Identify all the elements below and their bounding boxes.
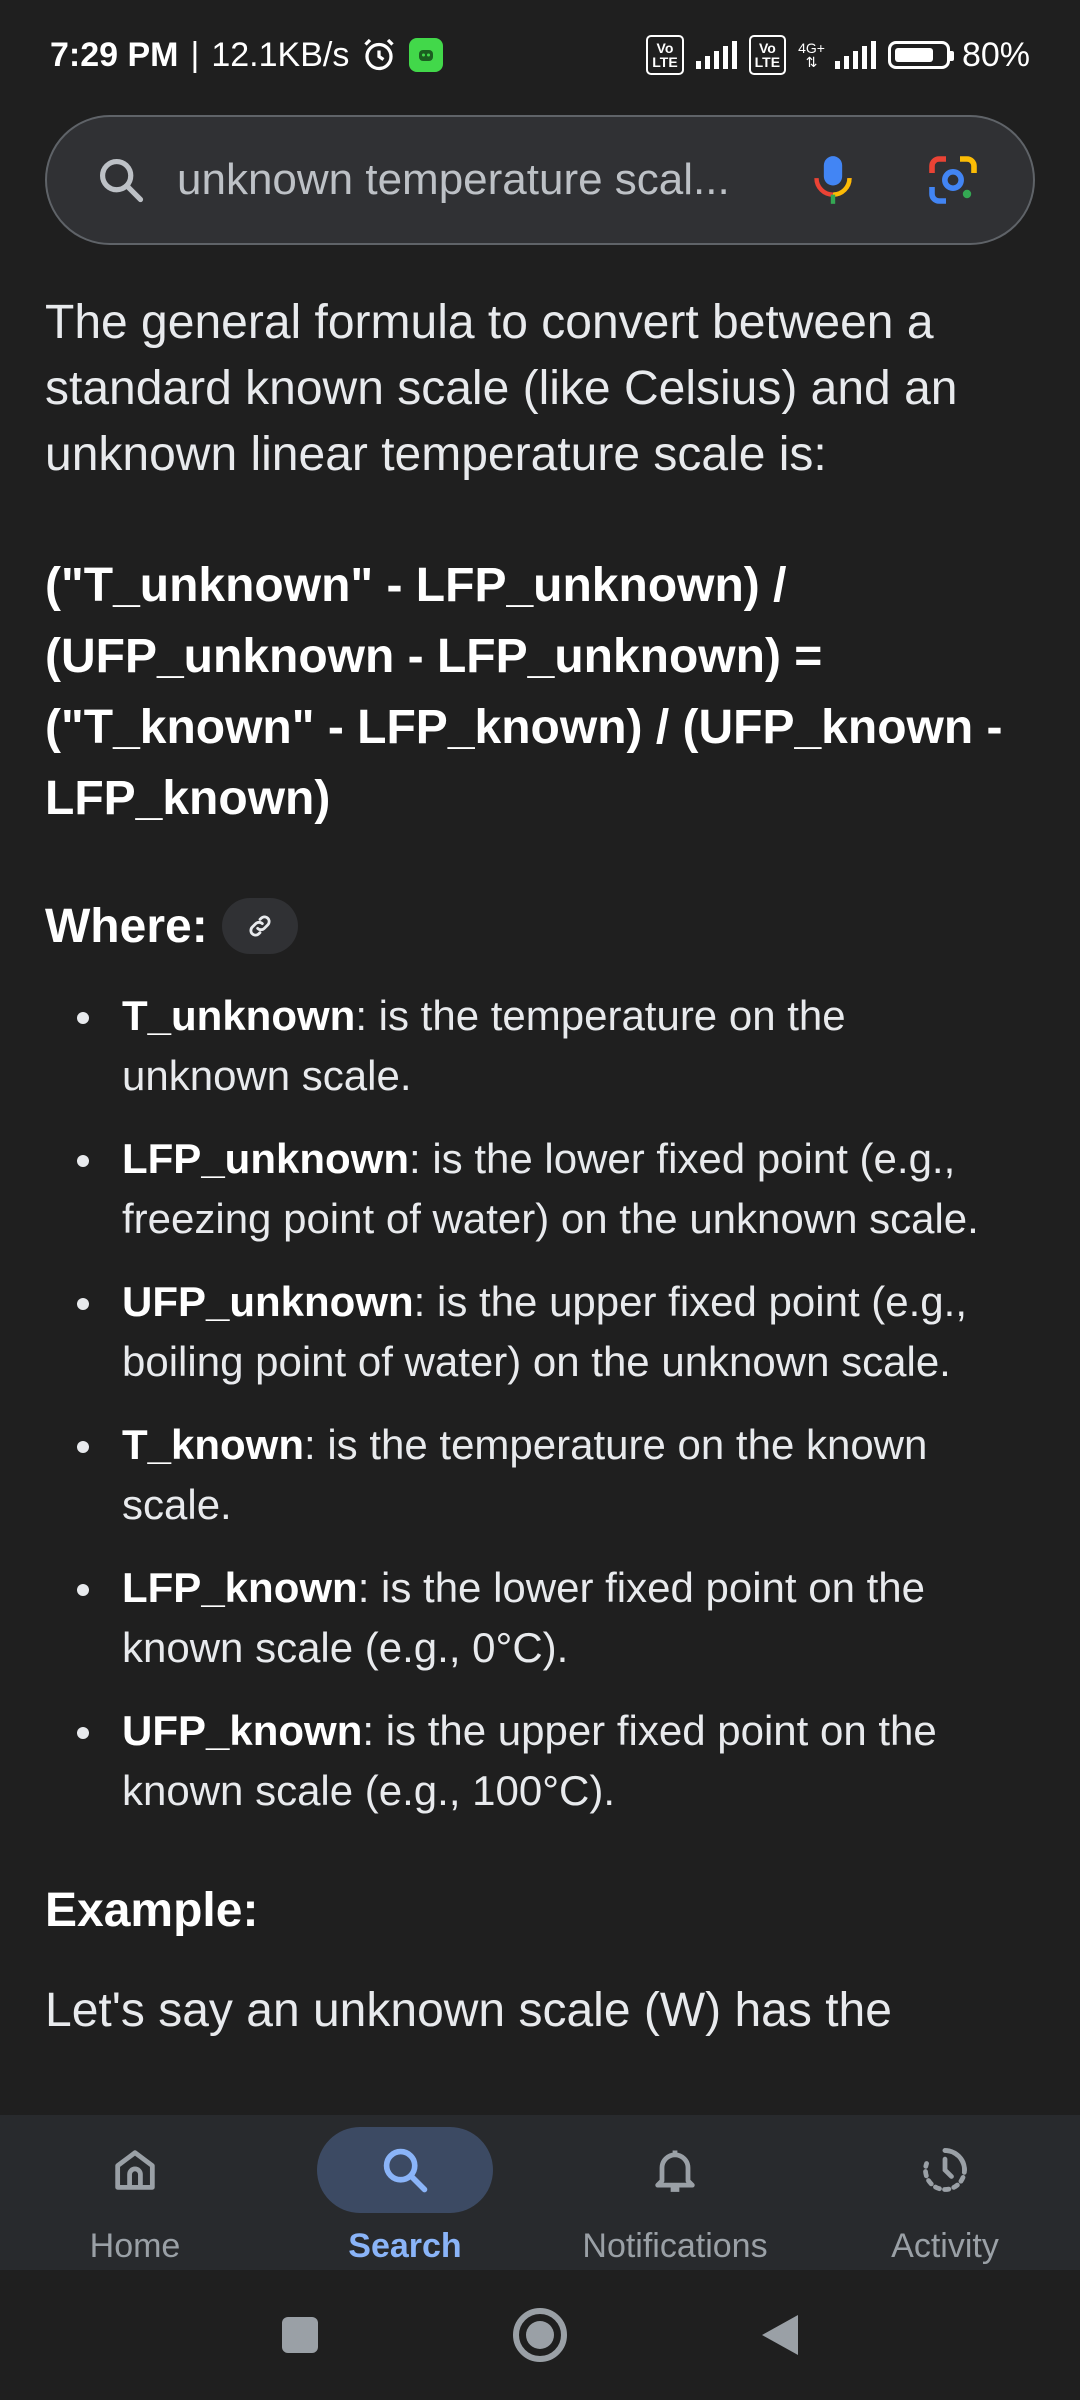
battery-fill [894,48,933,62]
nav-label-search: Search [348,2227,462,2265]
where-heading: Where: [45,899,208,953]
lens-icon[interactable] [913,140,993,220]
formula-line: LFP_known) [45,772,331,825]
status-left: 7:29 PM | 12.1KB/s [50,35,444,75]
home-button[interactable] [505,2300,575,2370]
definition-term: LFP_known [122,1564,358,1611]
where-heading-row: Where: [45,896,1025,956]
signal-icon-2 [834,41,876,69]
activity-icon [857,2127,1033,2213]
nav-home[interactable]: Home [0,2115,270,2266]
list-item: LFP_unknown: is the lower fixed point (e… [45,1129,1025,1249]
network-type-label: 4G+ [798,40,825,56]
battery-percent: 80% [961,35,1030,74]
bottom-navigation: Home Search Notifications Activity [0,2115,1080,2270]
definition-term: T_unknown [122,992,356,1039]
sim1-label-top: Vo [656,40,674,56]
sim1-label-bottom: LTE [652,54,678,70]
network-type: 4G+ ⇅ [798,41,825,69]
example-heading: Example: [45,1884,259,1937]
answer-content: The general formula to convert between a… [45,290,1025,2044]
list-item: LFP_known: is the lower fixed point on t… [45,1558,1025,1678]
nav-activity[interactable]: Activity [810,2115,1080,2266]
microphone-icon[interactable] [793,140,873,220]
definition-term: LFP_unknown [122,1135,409,1182]
sim2-volte-badge: Vo LTE [748,35,787,75]
bullet-icon [77,1441,89,1453]
sim2-label-top: Vo [758,40,776,56]
network-speed: 12.1KB/s [211,35,350,74]
search-nav-icon [317,2127,493,2213]
status-bar: 7:29 PM | 12.1KB/s Vo LTE Vo LTE 4G+ ⇅ 8… [0,0,1080,110]
list-item: T_unknown: is the temperature on the unk… [45,986,1025,1106]
link-icon[interactable] [221,898,298,954]
conversion-formula: ("T_unknown" - LFP_unknown) / (UFP_unkno… [45,550,1025,834]
definitions-list: T_unknown: is the temperature on the unk… [45,986,1025,1821]
example-text: Let's say an unknown scale (W) has the [45,1984,892,2037]
status-separator: | [190,35,200,74]
sim1-volte-badge: Vo LTE [646,35,684,75]
nav-label-activity: Activity [891,2227,999,2265]
recents-button[interactable] [265,2300,335,2370]
signal-icon [695,41,737,69]
system-navigation-bar [0,2270,1080,2400]
nav-label-home: Home [89,2227,181,2265]
bullet-icon [77,1012,89,1024]
list-item: UFP_unknown: is the upper fixed point (e… [45,1272,1025,1392]
sim2-label-bottom: LTE [754,54,781,70]
bullet-icon [77,1727,89,1739]
nav-notifications[interactable]: Notifications [540,2115,810,2266]
formula-line: (UFP_unknown - LFP_unknown) = [45,630,823,683]
back-button[interactable] [745,2300,815,2370]
data-arrows-icon: ⇅ [805,54,818,70]
list-item: T_known: is the temperature on the known… [45,1415,1025,1535]
definition-term: UFP_unknown [122,1278,414,1325]
formula-line: ("T_unknown" - LFP_unknown) / [45,559,787,612]
bell-icon [587,2127,763,2213]
definition-term: T_known [122,1421,305,1468]
list-item: UFP_known: is the upper fixed point on t… [45,1701,1025,1821]
home-icon [47,2127,223,2213]
search-icon [95,154,147,206]
formula-line: ("T_known" - LFP_known) / (UFP_known - [45,701,1003,754]
intro-paragraph: The general formula to convert between a… [45,296,958,481]
nav-label-notifications: Notifications [582,2227,768,2265]
app-notification-icon [409,38,444,72]
bullet-icon [77,1298,89,1310]
nav-search[interactable]: Search [270,2115,540,2266]
alarm-icon [361,37,397,73]
status-time: 7:29 PM [50,35,179,74]
search-input[interactable]: unknown temperature scal... [177,155,793,205]
bullet-icon [77,1584,89,1596]
search-bar[interactable]: unknown temperature scal... [45,115,1035,245]
bullet-icon [77,1155,89,1167]
definition-term: UFP_known [122,1707,363,1754]
status-right: Vo LTE Vo LTE 4G+ ⇅ 80% [646,35,1030,75]
battery-icon [887,41,954,69]
